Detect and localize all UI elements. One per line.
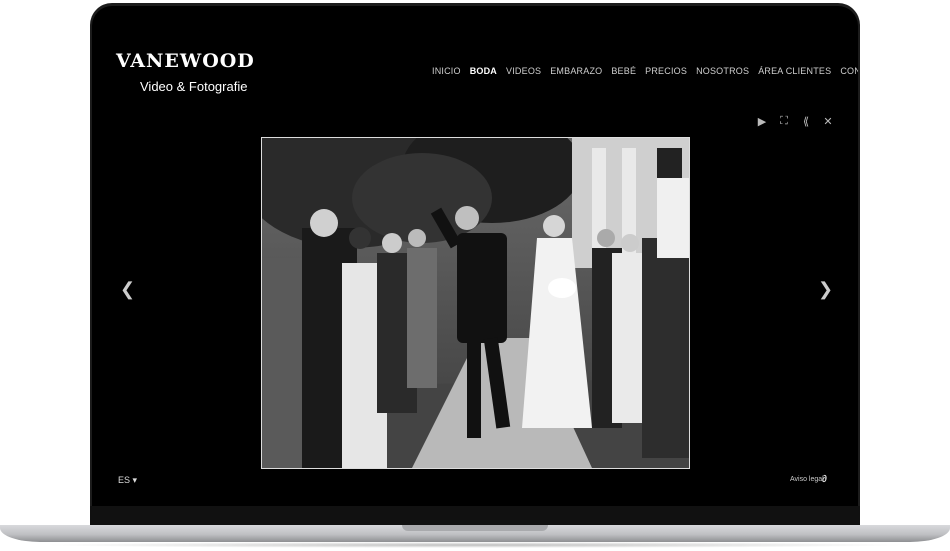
- chevron-right-icon[interactable]: ❯: [818, 279, 833, 300]
- nav-item-embarazo[interactable]: EMBARAZO: [550, 66, 602, 76]
- play-icon[interactable]: ▶: [757, 115, 767, 128]
- gallery-photo: [261, 137, 690, 469]
- laptop-base-notch: [402, 525, 548, 531]
- chevron-left-icon[interactable]: ❮: [120, 279, 135, 300]
- website-screen: VANEWOOD Video & Fotografie INICIO BODA …: [92, 6, 858, 506]
- nav-item-boda[interactable]: BODA: [470, 66, 497, 76]
- laptop-bezel: [90, 506, 860, 525]
- nav-item-area-clientes[interactable]: ÁREA CLIENTES: [758, 66, 831, 76]
- main-nav: INICIO BODA VIDEOS EMBARAZO BEBÉ PRECIOS…: [432, 64, 858, 78]
- language-label: ES: [118, 475, 131, 485]
- wedding-photo-image: [262, 138, 689, 468]
- language-selector[interactable]: ES ▾: [118, 475, 137, 486]
- nav-item-contacto[interactable]: CONTACTO: [840, 66, 858, 76]
- legal-link[interactable]: Aviso legal: [790, 476, 824, 483]
- laptop-shadow: [40, 542, 910, 548]
- nav-item-bebe[interactable]: BEBÉ: [611, 66, 636, 76]
- nav-item-precios[interactable]: PRECIOS: [645, 66, 687, 76]
- nav-item-nosotros[interactable]: NOSOTROS: [696, 66, 749, 76]
- fullscreen-icon[interactable]: ⛶: [779, 115, 789, 128]
- nav-item-inicio[interactable]: INICIO: [432, 66, 461, 76]
- nav-item-videos[interactable]: VIDEOS: [506, 66, 541, 76]
- brand-mark-icon: ∂: [822, 474, 827, 485]
- gallery-toolbar: ▶ ⛶ ⟪ ✕: [757, 115, 833, 128]
- share-icon[interactable]: ⟪: [801, 115, 811, 128]
- site-logo[interactable]: VANEWOOD: [116, 50, 255, 72]
- site-tagline: Video & Fotografie: [140, 79, 248, 94]
- close-icon[interactable]: ✕: [823, 115, 833, 128]
